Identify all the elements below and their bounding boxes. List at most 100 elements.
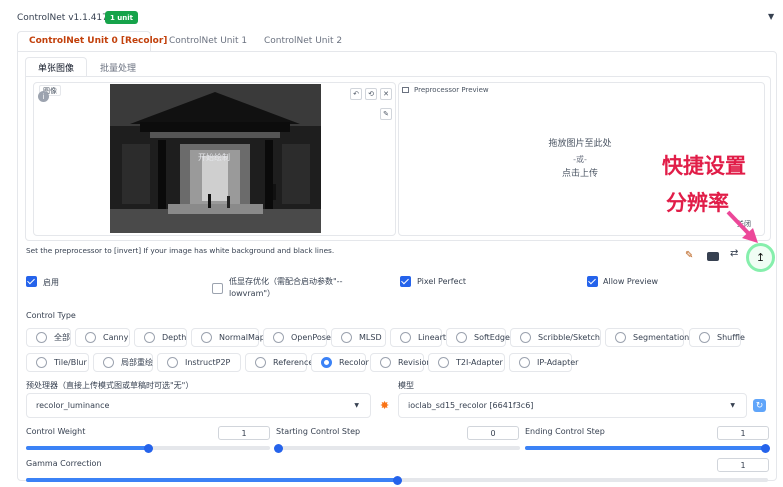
radio-icon bbox=[273, 332, 284, 343]
run-preprocessor-icon[interactable]: ✸ bbox=[380, 399, 389, 412]
control-type-label: Scribble/Sketch bbox=[538, 333, 600, 342]
gamma-correction-input[interactable]: 1 bbox=[717, 458, 769, 472]
model-value: ioclab_sd15_recolor [6641f3c6] bbox=[408, 401, 534, 410]
annotation-shortcut: 快捷设置 bbox=[662, 154, 746, 178]
control-type-label: InstructP2P bbox=[185, 358, 231, 367]
control-type-row1-9[interactable]: Segmentation bbox=[605, 328, 689, 347]
radio-icon bbox=[699, 332, 710, 343]
tab-batch[interactable]: 批量处理 bbox=[98, 61, 138, 74]
control-type-label: 全部 bbox=[54, 333, 70, 342]
preprocessor-label: 预处理器（直接上传模式图或草稿时可选"无"） bbox=[26, 381, 194, 390]
edit-icon[interactable]: ✎ bbox=[685, 250, 693, 261]
tab-unit-1[interactable]: ControlNet Unit 1 bbox=[167, 36, 249, 46]
control-type-row2-1[interactable]: 局部重绘 bbox=[93, 353, 153, 372]
control-type-row1-5[interactable]: MLSD bbox=[331, 328, 386, 347]
control-type-row2-3[interactable]: Reference bbox=[245, 353, 313, 372]
upload-dropzone[interactable]: 拖放图片至此处 -或- 点击上传 bbox=[520, 137, 640, 182]
radio-icon bbox=[85, 332, 96, 343]
or-text: -或- bbox=[573, 155, 587, 164]
ending-step-label: Ending Control Step bbox=[525, 427, 605, 436]
control-type-label: 局部重绘 bbox=[121, 358, 153, 367]
tab-unit-0[interactable]: ControlNet Unit 0 [Recolor] bbox=[27, 36, 169, 46]
control-type-row1-0[interactable]: 全部 bbox=[26, 328, 71, 347]
preview-label: Preprocessor Preview bbox=[414, 86, 489, 94]
gamma-correction-slider[interactable] bbox=[26, 475, 768, 485]
model-label: 模型 bbox=[398, 381, 414, 390]
control-type-label: T2I-Adapter bbox=[456, 358, 503, 367]
radio-icon bbox=[520, 332, 531, 343]
ending-step-slider[interactable] bbox=[525, 443, 770, 453]
pixel-perfect-label: Pixel Perfect bbox=[417, 277, 467, 286]
gamma-correction-label: Gamma Correction bbox=[26, 459, 102, 468]
lowvram-checkbox[interactable] bbox=[212, 283, 223, 294]
control-type-row2-5[interactable]: Revision bbox=[370, 353, 431, 372]
radio-icon bbox=[167, 357, 178, 368]
control-type-row1-1[interactable]: Canny bbox=[75, 328, 130, 347]
undo-icon[interactable]: ↶ bbox=[350, 88, 362, 100]
chevron-down-icon: ▼ bbox=[730, 402, 735, 409]
radio-icon bbox=[341, 332, 352, 343]
brush-icon[interactable]: ✎ bbox=[380, 108, 392, 120]
control-type-row1-2[interactable]: Depth bbox=[134, 328, 187, 347]
control-weight-fill bbox=[26, 446, 148, 450]
control-weight-label: Control Weight bbox=[26, 427, 86, 436]
preview-image-icon bbox=[402, 87, 409, 93]
control-type-row2-0[interactable]: Tile/Blur bbox=[26, 353, 89, 372]
control-type-row1-6[interactable]: Lineart bbox=[390, 328, 446, 347]
radio-icon bbox=[438, 357, 449, 368]
control-type-label: Depth bbox=[162, 333, 187, 342]
triangle-down-icon[interactable]: ▼ bbox=[768, 12, 774, 21]
preprocessor-select[interactable]: recolor_luminance ▼ bbox=[26, 393, 371, 418]
enable-checkbox[interactable] bbox=[26, 276, 37, 287]
swap-icon[interactable]: ⇄ bbox=[730, 248, 738, 259]
pixel-perfect-checkbox[interactable] bbox=[400, 276, 411, 287]
control-type-row1-10[interactable]: Shuffle bbox=[689, 328, 745, 347]
control-weight-slider[interactable] bbox=[26, 443, 270, 453]
control-type-row1-4[interactable]: OpenPose bbox=[263, 328, 331, 347]
tab-single-image[interactable]: 单张图像 bbox=[36, 61, 76, 74]
radio-icon bbox=[456, 332, 467, 343]
click-upload-text: 点击上传 bbox=[561, 169, 598, 179]
control-type-row2-7[interactable]: IP-Adapter bbox=[509, 353, 578, 372]
radio-icon bbox=[255, 357, 266, 368]
ending-step-input[interactable]: 1 bbox=[717, 426, 769, 440]
camera-icon[interactable] bbox=[707, 252, 719, 261]
allow-preview-label: Allow Preview bbox=[603, 277, 659, 286]
tab-unit-2[interactable]: ControlNet Unit 2 bbox=[262, 36, 344, 46]
control-type-label: Recolor bbox=[339, 358, 369, 367]
radio-icon bbox=[103, 357, 114, 368]
annotation-arrow bbox=[726, 210, 758, 243]
control-type-row1-7[interactable]: SoftEdge bbox=[446, 328, 510, 347]
control-type-label: Control Type bbox=[26, 311, 76, 320]
radio-icon bbox=[144, 332, 155, 343]
radio-icon bbox=[615, 332, 626, 343]
invert-hint: Set the preprocessor to [invert] If your… bbox=[26, 246, 335, 255]
control-type-row2-4[interactable]: Recolor bbox=[311, 353, 369, 372]
source-image[interactable]: 开始绘制 bbox=[110, 84, 321, 233]
starting-step-knob[interactable] bbox=[274, 443, 283, 453]
control-type-row1-3[interactable]: NormalMap bbox=[191, 328, 265, 347]
resolution-up-icon[interactable]: ↥ bbox=[746, 243, 775, 272]
control-type-label: Lineart bbox=[418, 333, 446, 342]
control-weight-knob[interactable] bbox=[144, 443, 153, 453]
gamma-correction-knob[interactable] bbox=[393, 475, 402, 485]
control-type-label: Tile/Blur bbox=[54, 358, 87, 367]
control-type-label: IP-Adapter bbox=[537, 358, 579, 367]
close-icon[interactable]: ✕ bbox=[380, 88, 392, 100]
control-type-label: SoftEdge bbox=[474, 333, 510, 342]
ending-step-knob[interactable] bbox=[761, 443, 770, 453]
model-select[interactable]: ioclab_sd15_recolor [6641f3c6] ▼ bbox=[398, 393, 747, 418]
reset-icon[interactable]: ⟲ bbox=[365, 88, 377, 100]
image-icon: i bbox=[38, 91, 49, 102]
control-type-row2-6[interactable]: T2I-Adapter bbox=[428, 353, 505, 372]
refresh-models-icon[interactable]: ↻ bbox=[753, 399, 766, 412]
annotation-resolution: 分辨率 bbox=[666, 191, 729, 215]
allow-preview-checkbox[interactable] bbox=[587, 276, 598, 287]
control-weight-input[interactable]: 1 bbox=[218, 426, 270, 440]
control-type-row2-2[interactable]: InstructP2P bbox=[157, 353, 241, 372]
radio-icon bbox=[36, 332, 47, 343]
starting-step-input[interactable]: 0 bbox=[467, 426, 519, 440]
control-type-row1-8[interactable]: Scribble/Sketch bbox=[510, 328, 601, 347]
starting-step-slider[interactable] bbox=[274, 443, 520, 453]
radio-icon bbox=[201, 332, 212, 343]
